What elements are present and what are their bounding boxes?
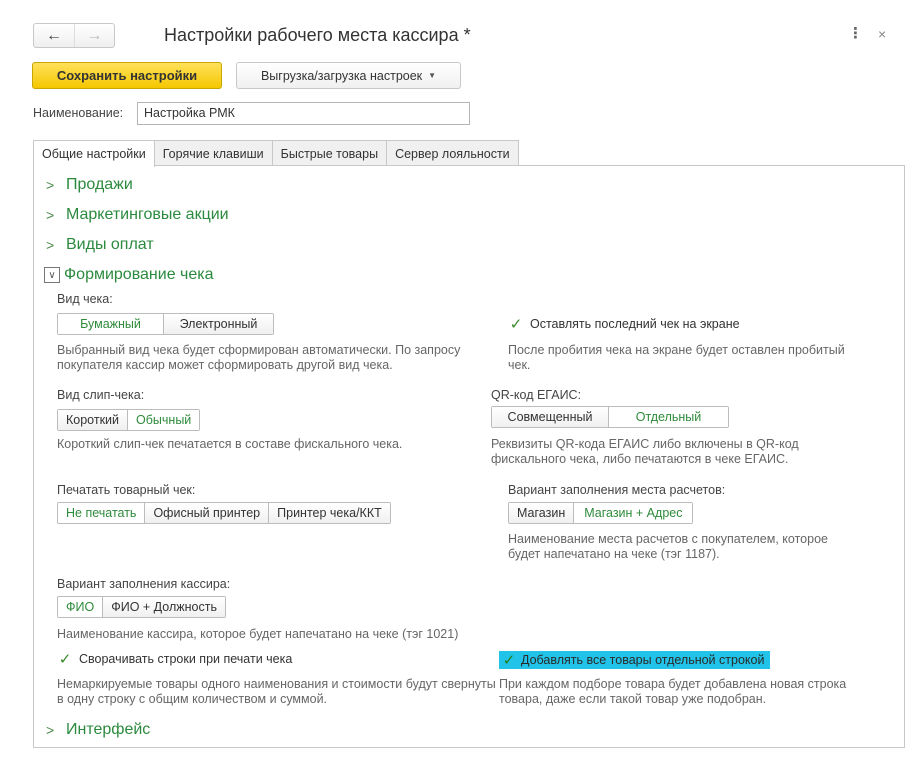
tab-general[interactable]: Общие настройки bbox=[33, 140, 155, 167]
receipt-type-paper[interactable]: Бумажный bbox=[58, 314, 163, 334]
chevron-right-icon: > bbox=[46, 722, 55, 738]
save-settings-button[interactable]: Сохранить настройки bbox=[32, 62, 222, 89]
slip-type-normal[interactable]: Обычный bbox=[127, 410, 200, 430]
settlement-place-label: Вариант заполнения места расчетов: bbox=[508, 483, 726, 497]
cashier-fill-label: Вариант заполнения кассира: bbox=[57, 577, 231, 591]
receipt-type-hint: Выбранный вид чека будет сформирован авт… bbox=[57, 343, 461, 372]
section-receipt[interactable]: ∨ Формирование чека bbox=[44, 266, 214, 284]
keep-last-label: Оставлять последний чек на экране bbox=[530, 317, 740, 331]
collapse-rows-label: Сворачивать строки при печати чека bbox=[79, 652, 293, 666]
section-interface[interactable]: > Интерфейс bbox=[46, 721, 150, 739]
section-interface-label: Интерфейс bbox=[66, 721, 151, 738]
chevron-down-icon: ∨ bbox=[44, 267, 60, 283]
tab-hotkeys[interactable]: Горячие клавиши bbox=[153, 140, 273, 166]
checkmark-icon: ✓ bbox=[502, 652, 516, 669]
receipt-type-label: Вид чека: bbox=[57, 292, 113, 306]
back-icon[interactable]: ← bbox=[34, 24, 74, 47]
collapse-rows-hint: Немаркируемые товары одного наименования… bbox=[57, 677, 496, 706]
print-goods-label: Печатать товарный чек: bbox=[57, 483, 196, 497]
receipt-type-electronic[interactable]: Электронный bbox=[163, 314, 273, 334]
checkmark-icon: ✓ bbox=[509, 316, 523, 333]
print-goods-office[interactable]: Офисный принтер bbox=[144, 503, 269, 523]
settlement-place-switch: Магазин Магазин + Адрес bbox=[508, 502, 694, 524]
settlement-place-store-address[interactable]: Магазин + Адрес bbox=[573, 503, 693, 523]
tab-quick-goods[interactable]: Быстрые товары bbox=[271, 140, 388, 166]
tab-loyalty-server[interactable]: Сервер лояльности bbox=[386, 140, 519, 166]
slip-type-switch: Короткий Обычный bbox=[57, 409, 201, 431]
separate-rows-highlight: ✓ Добавлять все товары отдельной строкой bbox=[499, 651, 771, 669]
qr-egais-label: QR-код ЕГАИС: bbox=[491, 388, 582, 402]
forward-icon[interactable]: → bbox=[74, 24, 114, 47]
section-sales-label: Продажи bbox=[66, 176, 133, 193]
dropdown-caret-icon: ▼ bbox=[428, 71, 437, 80]
separate-rows-checkbox[interactable]: ✓ Добавлять все товары отдельной строкой bbox=[499, 651, 771, 669]
chevron-right-icon: > bbox=[46, 177, 55, 193]
more-icon[interactable]: ⋮ bbox=[848, 26, 863, 41]
keep-last-hint: После пробития чека на экране будет оста… bbox=[508, 343, 845, 372]
section-payments-label: Виды оплат bbox=[66, 236, 154, 253]
chevron-right-icon: > bbox=[46, 237, 55, 253]
qr-egais-combined[interactable]: Совмещенный bbox=[492, 407, 608, 427]
separate-rows-label: Добавлять все товары отдельной строкой bbox=[521, 653, 765, 667]
settlement-place-hint: Наименование места расчетов с покупателе… bbox=[508, 532, 828, 561]
tab-bar: Общие настройки Горячие клавиши Быстрые … bbox=[33, 140, 519, 167]
slip-type-label: Вид слип-чека: bbox=[57, 388, 145, 402]
chevron-right-icon: > bbox=[46, 207, 55, 223]
collapse-rows-checkbox[interactable]: ✓ Сворачивать строки при печати чека bbox=[57, 651, 293, 668]
section-receipt-label: Формирование чека bbox=[64, 266, 214, 283]
print-goods-none[interactable]: Не печатать bbox=[58, 503, 145, 523]
close-icon[interactable]: × bbox=[878, 26, 886, 42]
name-label: Наименование: bbox=[33, 106, 124, 120]
qr-egais-switch: Совмещенный Отдельный bbox=[491, 406, 729, 428]
cashier-fill-hint: Наименование кассира, которое будет напе… bbox=[57, 627, 459, 641]
export-import-button[interactable]: Выгрузка/загрузка настроек ▼ bbox=[236, 62, 461, 89]
section-marketing-label: Маркетинговые акции bbox=[66, 206, 229, 223]
section-sales[interactable]: > Продажи bbox=[46, 176, 133, 194]
settlement-place-store[interactable]: Магазин bbox=[509, 503, 574, 523]
section-marketing[interactable]: > Маркетинговые акции bbox=[46, 206, 229, 224]
print-goods-switch: Не печатать Офисный принтер Принтер чека… bbox=[57, 502, 391, 524]
section-payments[interactable]: > Виды оплат bbox=[46, 236, 154, 254]
separate-rows-hint: При каждом подборе товара будет добавлен… bbox=[499, 677, 847, 706]
checkmark-icon: ✓ bbox=[58, 651, 72, 668]
keep-last-checkbox[interactable]: ✓ Оставлять последний чек на экране bbox=[508, 316, 740, 333]
slip-type-hint: Короткий слип-чек печатается в составе ф… bbox=[57, 437, 403, 451]
cashier-fill-name-position[interactable]: ФИО + Должность bbox=[102, 597, 225, 617]
cashier-fill-name[interactable]: ФИО bbox=[58, 597, 103, 617]
window-title: Настройки рабочего места кассира * bbox=[164, 25, 471, 45]
nav-buttons: ← → bbox=[33, 23, 115, 48]
receipt-type-switch: Бумажный Электронный bbox=[57, 313, 274, 335]
slip-type-short[interactable]: Короткий bbox=[58, 410, 128, 430]
print-goods-kkt[interactable]: Принтер чека/ККТ bbox=[268, 503, 390, 523]
cashier-fill-switch: ФИО ФИО + Должность bbox=[57, 596, 226, 618]
qr-egais-hint: Реквизиты QR-кода ЕГАИС либо включены в … bbox=[491, 437, 799, 466]
name-input[interactable]: Настройка РМК bbox=[137, 102, 470, 125]
export-import-label: Выгрузка/загрузка настроек bbox=[260, 68, 423, 83]
qr-egais-separate[interactable]: Отдельный bbox=[608, 407, 728, 427]
